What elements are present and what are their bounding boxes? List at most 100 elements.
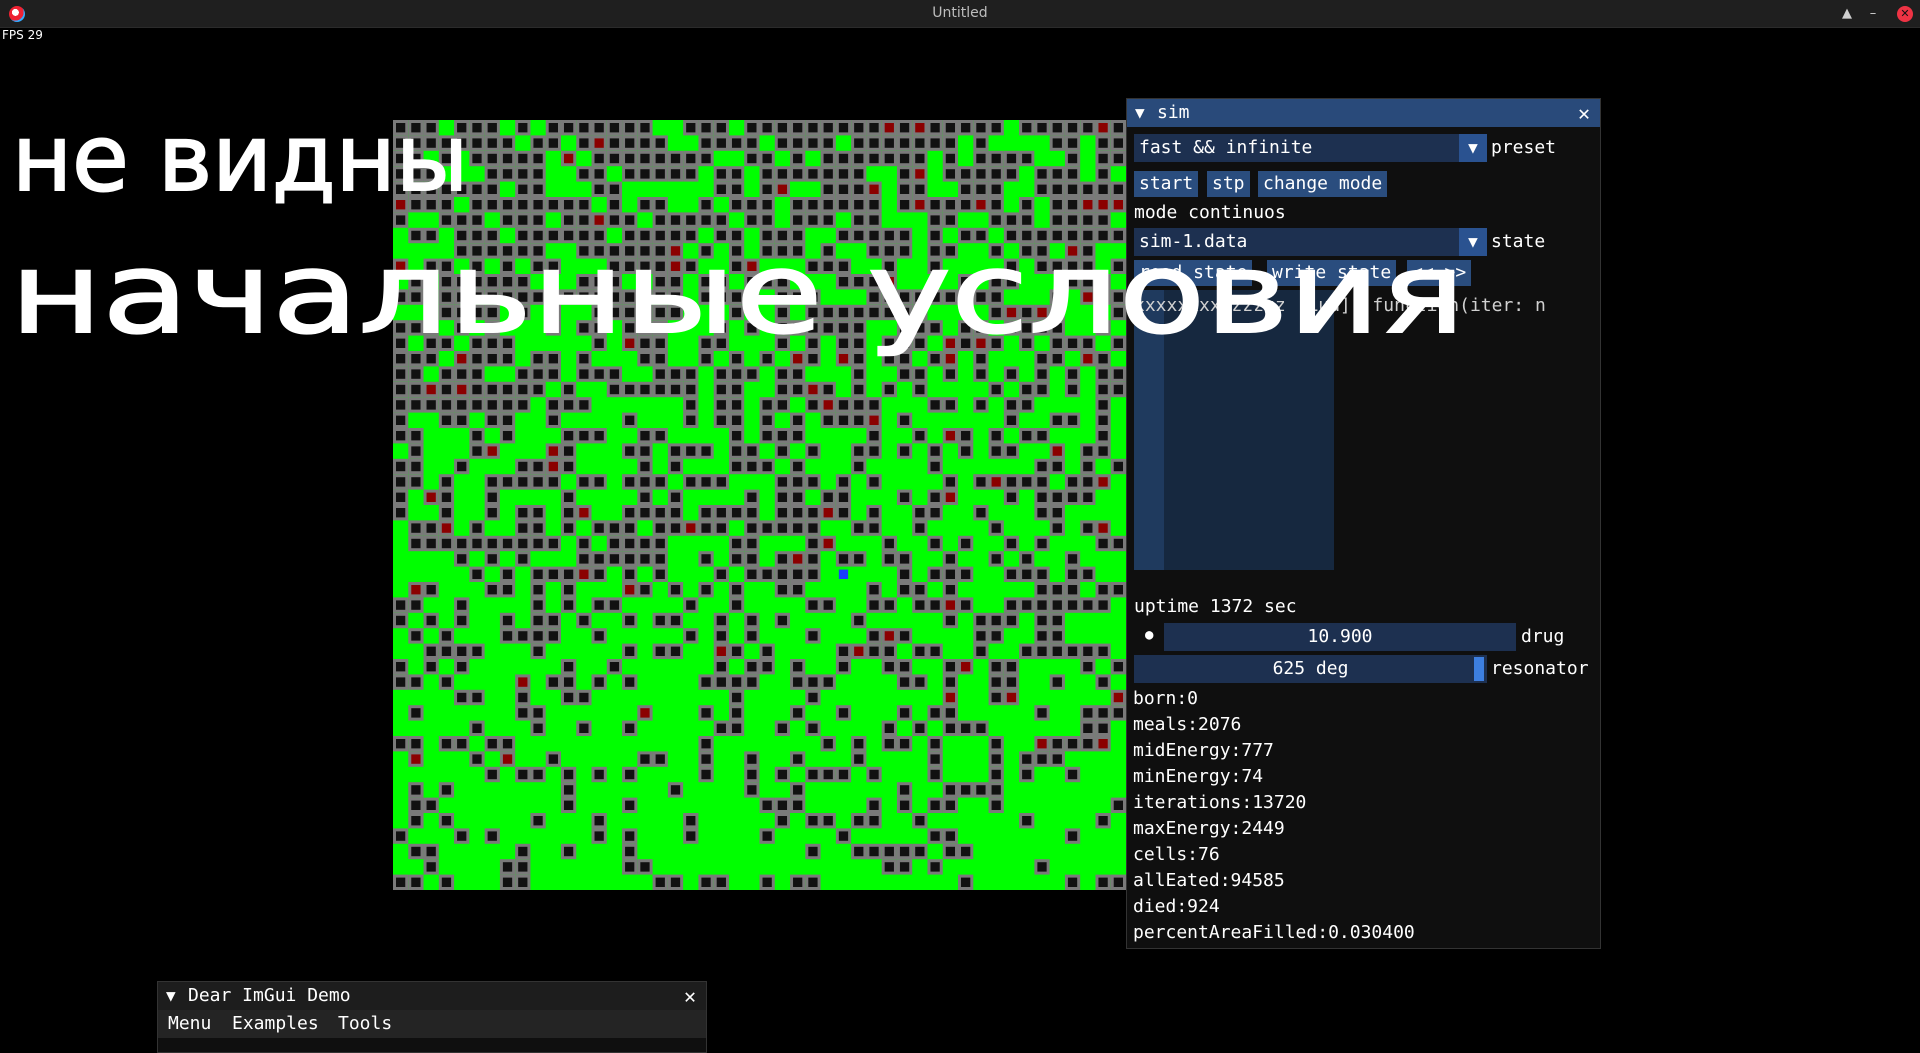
grid-cell-inner — [518, 631, 528, 641]
grid-cell-inner — [899, 169, 910, 179]
grid-cell-inner — [411, 877, 421, 887]
grid-cell-inner — [533, 708, 543, 718]
grid-cell-inner — [1052, 338, 1062, 348]
grid-cell-inner — [457, 538, 467, 549]
grid-cell-inner — [472, 538, 482, 549]
grid-cell-inner — [472, 754, 482, 764]
sim-window-titlebar[interactable]: ▼ sim ✕ — [1127, 99, 1600, 127]
close-icon[interactable]: ✕ — [684, 982, 696, 1010]
collapse-icon[interactable]: ▼ — [1135, 99, 1145, 127]
grid-cell-inner — [716, 384, 726, 395]
grid-cell-inner — [396, 169, 406, 179]
imgui-demo-titlebar[interactable]: ▼ Dear ImGui Demo ✕ — [158, 982, 706, 1010]
grid-cell-inner — [594, 307, 604, 318]
grid-cell-inner — [915, 138, 925, 148]
grid-cell-inner — [701, 292, 711, 302]
grid-cell-inner — [441, 739, 452, 749]
menu-item-tools[interactable]: Tools — [338, 1010, 392, 1038]
grid-cell-inner — [945, 831, 956, 841]
minimize-icon[interactable]: – — [1864, 5, 1882, 23]
grid-cell-inner — [731, 230, 742, 241]
start-button[interactable]: start — [1134, 171, 1199, 197]
grid-cell-inner — [625, 153, 635, 164]
stp-button[interactable]: stp — [1207, 171, 1250, 197]
grid-cell-inner — [793, 200, 803, 210]
grid-cell-inner — [1067, 277, 1078, 287]
grid-cell-inner — [915, 200, 925, 210]
state-combo[interactable]: sim-1.data ▼ — [1134, 228, 1487, 256]
menu-item-examples[interactable]: Examples — [232, 1010, 319, 1038]
grid-cell-inner — [487, 200, 497, 210]
grid-cell-inner — [1022, 338, 1032, 348]
grid-cell-inner — [548, 400, 558, 410]
grid-cell-inner — [1067, 569, 1078, 579]
read-state-button[interactable]: read state — [1134, 260, 1253, 286]
grid-cell-inner — [396, 123, 406, 133]
grid-cell-inner — [625, 846, 635, 857]
grid-cell-inner — [823, 215, 833, 225]
change-mode-button[interactable]: change mode — [1258, 171, 1388, 197]
grid-cell-inner — [777, 800, 788, 810]
grid-cell-inner — [961, 569, 971, 579]
grid-cell-inner — [396, 615, 406, 626]
grid-cell-inner — [457, 246, 467, 256]
resonator-slider[interactable]: 625 deg — [1134, 655, 1487, 683]
grid-cell-inner — [747, 369, 757, 379]
grid-cell-inner — [716, 138, 726, 148]
preset-combo[interactable]: fast && infinite ▼ — [1134, 134, 1487, 162]
write-state-button[interactable]: write state — [1267, 260, 1397, 286]
grid-cell-inner — [594, 292, 604, 302]
grid-cell-inner — [945, 846, 956, 857]
grid-cell-inner — [701, 138, 711, 148]
grid-cell-inner — [793, 785, 803, 795]
grid-cell-inner — [548, 446, 558, 456]
grid-cell-inner — [716, 169, 726, 179]
grid-cell-inner — [487, 554, 497, 564]
grid-cell-inner — [426, 646, 436, 656]
grid-cell-inner — [884, 846, 894, 857]
keep-above-icon[interactable]: ▲ — [1838, 5, 1856, 23]
nav-arrows-button[interactable]: << >> — [1407, 260, 1472, 286]
grid-cell-inner — [945, 200, 956, 210]
grid-cell-inner — [1067, 600, 1078, 610]
grid-cell-inner — [747, 323, 757, 333]
grid-cell-inner — [915, 723, 925, 733]
grid-cell-inner — [563, 600, 574, 610]
chevron-down-icon[interactable]: ▼ — [1459, 134, 1487, 162]
resonator-slider-grab[interactable] — [1474, 657, 1484, 681]
grid-cell-inner — [426, 169, 436, 179]
grid-cell-inner — [533, 246, 543, 256]
sim-window[interactable]: ▼ sim ✕ fast && infinite ▼ preset start … — [1126, 98, 1601, 949]
grid-cell-inner — [854, 184, 864, 194]
close-icon[interactable]: ✕ — [1578, 99, 1590, 127]
grid-cell-inner — [945, 615, 956, 626]
close-window-icon[interactable]: ✕ — [1897, 6, 1913, 22]
grid-cell-inner — [579, 723, 589, 733]
collapse-icon[interactable]: ▼ — [166, 982, 176, 1010]
grid-cell-inner — [808, 600, 818, 610]
grid-cell-inner — [945, 431, 956, 441]
grid-cell-inner — [426, 862, 436, 872]
menu-item-menu[interactable]: Menu — [168, 1010, 211, 1038]
grid-cell-inner — [594, 246, 604, 256]
grid-cell-inner — [579, 200, 589, 210]
grid-cell-inner — [533, 354, 543, 364]
grid-cell-inner — [915, 600, 925, 610]
grid-cell-inner — [472, 523, 482, 533]
drug-slider[interactable]: 10.900 — [1164, 623, 1516, 651]
imgui-demo-window[interactable]: ▼ Dear ImGui Demo ✕ Menu Examples Tools — [157, 981, 707, 1053]
grid-cell-inner — [1052, 261, 1062, 271]
resonator-label: resonator — [1491, 658, 1589, 679]
grid-cell-inner — [609, 307, 620, 318]
grid-cell-inner — [640, 554, 650, 564]
grid-cell-inner — [747, 446, 757, 456]
chevron-down-icon[interactable]: ▼ — [1459, 228, 1487, 256]
grid-cell-inner — [777, 307, 788, 318]
lua-listbox[interactable] — [1134, 290, 1334, 570]
grid-cell-inner — [502, 200, 513, 210]
simulation-grid[interactable] — [393, 120, 1126, 890]
grid-cell-inner — [1083, 723, 1093, 733]
grid-cell-inner — [609, 662, 620, 672]
drug-label: drug — [1521, 626, 1565, 647]
grid-cell-inner — [441, 477, 452, 487]
